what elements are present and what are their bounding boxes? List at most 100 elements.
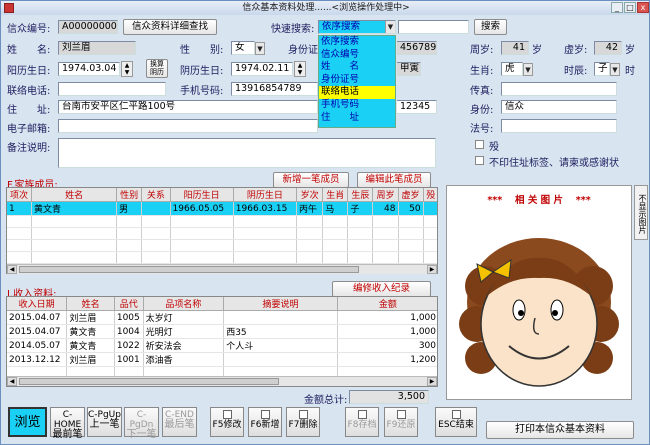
column-header[interactable]: 项次: [7, 188, 33, 202]
table-cell: [372, 239, 399, 252]
email-field[interactable]: [58, 119, 318, 133]
zodiac-dropdown-icon[interactable]: ▼: [523, 63, 533, 76]
table-cell: [233, 215, 298, 228]
search-button[interactable]: 搜索: [474, 19, 507, 35]
zip-field[interactable]: 12345: [397, 100, 437, 114]
dropdown-option[interactable]: 手机号码: [319, 99, 395, 112]
column-header[interactable]: 关系: [141, 188, 171, 202]
dropdown-option[interactable]: 住 址: [319, 112, 395, 125]
dropdown-option[interactable]: 信众编号: [319, 49, 395, 62]
chevron-down-icon[interactable]: ▼: [385, 21, 395, 33]
scroll-right-icon[interactable]: ▶: [427, 265, 437, 274]
toolbar-button[interactable]: ESC结束: [435, 407, 477, 437]
phone-field[interactable]: [58, 82, 166, 96]
edit-member-button[interactable]: 编辑此笔成员: [357, 172, 431, 188]
table-row[interactable]: 2015.04.07 黄文青 1004 光明灯 西35 1,000: [7, 324, 437, 339]
noprint-checkbox[interactable]: [475, 156, 484, 165]
zodiac-select[interactable]: 虎: [501, 62, 523, 76]
name-field[interactable]: 刘兰眉: [58, 41, 136, 55]
dropdown-option[interactable]: 依序搜索: [319, 36, 395, 49]
toolbar-button[interactable]: C-PgUp 上一笔: [87, 407, 122, 437]
income-scrollbar[interactable]: ◀ ▶: [7, 376, 437, 386]
table-row[interactable]: 2013.12.12 刘兰眉 1001 添油香 1,200: [7, 352, 437, 367]
solar-spinner[interactable]: ▲ ▼: [121, 61, 133, 77]
column-header[interactable]: 生辰: [347, 188, 374, 202]
idcard-field[interactable]: 4567890: [397, 41, 437, 55]
scroll-thumb[interactable]: [19, 378, 279, 385]
solar-birthday-field[interactable]: 1974.03.04: [58, 62, 120, 76]
address-label: 住 址:: [7, 105, 51, 116]
toolbar-button[interactable]: C-PgDn 下一笔: [124, 407, 159, 440]
column-header[interactable]: 品项名称: [143, 297, 225, 311]
gender-dropdown-icon[interactable]: ▼: [255, 42, 265, 55]
print-record-button[interactable]: 打印本信众基本资料: [486, 421, 634, 439]
edit-income-button[interactable]: 编修收入纪录: [332, 281, 431, 297]
toolbar-button[interactable]: F8存档: [345, 407, 379, 437]
column-header[interactable]: 周岁: [372, 188, 399, 202]
column-header[interactable]: 姓名: [31, 188, 118, 202]
toolbar-button[interactable]: F6新增: [248, 407, 282, 437]
table-row[interactable]: 2014.05.07 黄文青 1022 祈安法会 个人斗 300: [7, 338, 437, 353]
income-grid[interactable]: 收入日期 姓名 品代 品项名称 摘要说明 金额 2015.04.07 刘兰眉 1005 太岁灯 1…: [6, 296, 438, 387]
table-cell: 添油香: [143, 352, 225, 367]
lunar-birthday-field[interactable]: 1974.02.11: [231, 62, 293, 76]
gender-value: 女: [235, 42, 245, 53]
scroll-left-icon[interactable]: ◀: [7, 377, 17, 386]
toolbar-button[interactable]: F5修改: [210, 407, 244, 437]
toolbar-button[interactable]: C-END 最后笔: [162, 407, 197, 437]
toolbar-button[interactable]: C-HOME 最前笔: [50, 407, 85, 440]
age-label: 周岁:: [470, 45, 494, 56]
column-header[interactable]: 金额: [337, 297, 437, 311]
dropdown-option[interactable]: 身份证号: [319, 74, 395, 87]
scroll-thumb[interactable]: [19, 266, 359, 273]
dharma-field[interactable]: [501, 119, 617, 133]
address-field[interactable]: 台南市安平区仁平路100号: [58, 100, 318, 114]
table-cell: [141, 251, 171, 264]
browse-mode-button[interactable]: 浏览: [8, 407, 47, 437]
column-header[interactable]: 摘要说明: [223, 297, 338, 311]
column-header[interactable]: 阳历生日: [170, 188, 234, 202]
table-row[interactable]: 2015.04.07 刘兰眉 1005 太岁灯 1,000: [7, 310, 437, 325]
table-cell: 光明灯: [143, 324, 225, 339]
column-header[interactable]: 收入日期: [7, 297, 68, 311]
family-grid[interactable]: 项次 姓名 性别 关系 阳历生日 阴历生日 岁次 生肖 生辰 周岁 虚岁殁 1 黄文青男 1966.05…: [6, 187, 438, 274]
column-header[interactable]: 阴历生日: [233, 188, 298, 202]
mobile-field[interactable]: 13916854789: [231, 82, 318, 96]
detail-search-button[interactable]: 信众资料详细查找: [123, 19, 217, 35]
column-header[interactable]: 品代: [114, 297, 144, 311]
column-header[interactable]: 性别: [116, 188, 143, 202]
deceased-checkbox[interactable]: [475, 140, 484, 149]
hour-dropdown-icon[interactable]: ▼: [610, 63, 620, 76]
dropdown-option[interactable]: 姓 名: [319, 61, 395, 74]
quick-search-dropdown[interactable]: 依序搜索 信众编号姓 名身份证号 联络电话 手机号码住 址: [318, 35, 396, 128]
close-icon[interactable]: x: [637, 2, 649, 13]
fax-field[interactable]: [501, 82, 617, 96]
gender-select[interactable]: 女: [231, 41, 255, 55]
minimize-icon[interactable]: _: [611, 2, 623, 13]
toolbar-button[interactable]: F9还原: [384, 407, 418, 437]
dropdown-option[interactable]: 联络电话: [319, 86, 395, 99]
column-header[interactable]: 虚岁: [398, 188, 424, 202]
lunar-spinner[interactable]: ▲ ▼: [294, 61, 306, 77]
column-header[interactable]: 殁: [423, 188, 437, 202]
table-cell: 西35: [223, 324, 338, 339]
note-field[interactable]: [58, 138, 436, 168]
maximize-icon[interactable]: □: [624, 2, 636, 13]
add-member-button[interactable]: 新增一笔成员: [273, 172, 349, 188]
scroll-right-icon[interactable]: ▶: [427, 377, 437, 386]
table-row[interactable]: 1 黄文青男 1966.05.05 1966.03.15 丙午马子 48 50: [7, 201, 437, 216]
table-cell: 2013.12.12: [7, 352, 68, 367]
scroll-left-icon[interactable]: ◀: [7, 265, 17, 274]
convert-lunar-button[interactable]: 换算 阴历: [146, 59, 168, 78]
quick-search-select[interactable]: 依序搜索 ▼: [318, 20, 396, 34]
search-input[interactable]: [398, 20, 469, 34]
column-header[interactable]: 姓名: [66, 297, 115, 311]
id-field[interactable]: A000000006: [58, 20, 118, 34]
hide-photo-button[interactable]: 不显示图片: [634, 185, 648, 240]
hour-select[interactable]: 子: [594, 62, 610, 76]
family-scrollbar[interactable]: ◀ ▶: [7, 264, 437, 274]
toolbar-button[interactable]: F7删除: [286, 407, 320, 437]
column-header[interactable]: 岁次: [296, 188, 324, 202]
column-header[interactable]: 生肖: [322, 188, 349, 202]
role-field[interactable]: 信众: [501, 100, 617, 114]
